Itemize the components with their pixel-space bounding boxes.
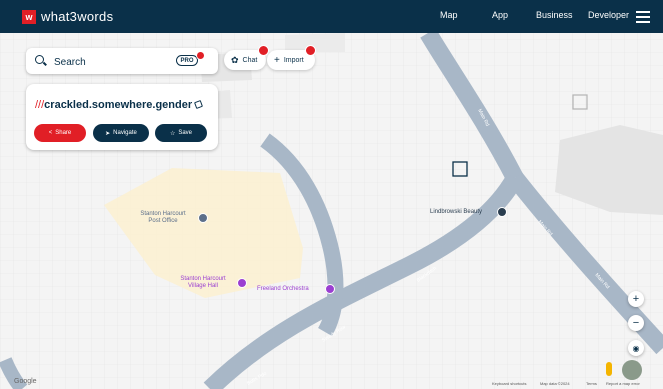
logo-mark-icon: w [22,9,36,24]
address-words: crackled.somewhere.gender [44,99,193,111]
three-word-address[interactable]: ///crackled.somewhere.gender [35,99,192,111]
share-icon: < [48,130,53,136]
import-label: Import [283,56,304,64]
save-button[interactable]: ☆ Save [155,124,207,142]
terms-link[interactable]: Terms [586,381,597,386]
chat-label: Chat [242,56,258,64]
zoom-out-button[interactable]: − [628,315,644,331]
chat-icon: ✿ [231,54,239,65]
satellite-thumbnail[interactable] [622,360,642,380]
share-button[interactable]: < Share [34,124,86,142]
nav-business[interactable]: Business [536,10,573,20]
report-error-link[interactable]: Report a map error [606,381,640,386]
google-logo: Google [14,378,37,385]
logo-text: what3words [41,9,114,24]
nav-developer[interactable]: Developer [588,10,629,20]
navigate-label: Navigate [113,130,137,136]
poi-post-office-icon[interactable] [198,213,208,223]
plus-icon: + [274,54,280,66]
keyboard-shortcuts-link[interactable]: Keyboard shortcuts [492,381,526,386]
pro-badge[interactable]: PRO [176,55,198,66]
copy-icon[interactable] [194,100,203,109]
poi-orchestra-label[interactable]: Freeland Orchestra [257,286,309,293]
search-input[interactable] [52,53,176,71]
nav-map[interactable]: Map [440,10,458,20]
locate-me-icon[interactable]: ◉ [628,340,644,356]
poi-village-hall-icon[interactable] [237,278,247,288]
address-card: ///crackled.somewhere.gender < Share ➤ Nav… [26,84,218,150]
search-bar: PRO [26,48,218,74]
pegman-icon[interactable] [606,362,612,376]
share-label: Share [55,130,72,136]
address-slashes: /// [35,99,45,111]
map-data-text: Map data ©2024 [540,381,570,386]
navigate-icon: ➤ [105,130,111,137]
nav-app[interactable]: App [492,10,508,20]
import-badge [305,45,316,56]
star-icon: ☆ [169,130,176,137]
chat-button[interactable]: ✿ Chat [224,45,269,70]
what3words-logo[interactable]: w what3words [22,9,113,24]
save-label: Save [178,130,193,136]
poi-beauty-label[interactable]: Lindbrowski Beauty [430,209,482,216]
poi-orchestra-icon[interactable] [325,284,335,294]
notification-dot [196,51,205,60]
top-navigation-bar: w what3words Map App Business Developer [0,0,663,33]
search-icon[interactable] [35,55,44,64]
poi-post-office-label[interactable]: Stanton Harcourt Post Office [128,211,198,225]
poi-village-hall-label[interactable]: Stanton Harcourt Village Hall [168,276,238,290]
navigate-button[interactable]: ➤ Navigate [93,124,149,142]
hamburger-menu-icon[interactable] [636,11,650,23]
import-button[interactable]: + Import [267,45,316,70]
poi-beauty-icon[interactable] [497,207,507,217]
zoom-in-button[interactable]: + [628,291,644,307]
